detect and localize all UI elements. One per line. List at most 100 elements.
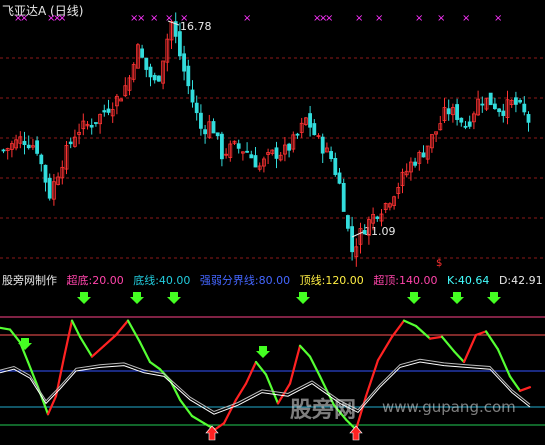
candle-body xyxy=(194,102,199,114)
down-arrow-3 xyxy=(167,292,181,304)
up-arrow-1 xyxy=(349,425,363,441)
oscillator-segment xyxy=(496,348,512,378)
oscillator-segment xyxy=(46,395,58,416)
candle-body xyxy=(455,104,460,120)
candle-body xyxy=(102,110,107,113)
cross-mark-19: × xyxy=(494,13,502,24)
candle-body xyxy=(94,122,98,124)
candle-body xyxy=(501,110,506,116)
oscillator-segment xyxy=(440,335,456,353)
candle-body xyxy=(47,177,52,199)
chart-canvas: ×× ××× ×× × × × × ××× × × × × × × xyxy=(0,12,545,441)
candle-body xyxy=(467,121,472,127)
candle-body xyxy=(215,132,220,137)
cross-mark-1: × xyxy=(20,13,28,24)
down-arrow-2 xyxy=(130,292,144,304)
candle-body xyxy=(177,31,182,57)
oscillator-segment xyxy=(178,398,194,418)
candle-body xyxy=(182,53,187,72)
cross-mark-7: × xyxy=(150,13,158,24)
down-arrow-5 xyxy=(296,292,310,304)
cross-mark-15: × xyxy=(375,13,383,24)
candle-body xyxy=(375,216,380,219)
oscillator-segment xyxy=(148,360,162,371)
oscillator-segment xyxy=(298,344,312,358)
candle-body xyxy=(480,103,485,106)
candle-body xyxy=(140,48,145,58)
down-arrow-6 xyxy=(407,292,421,304)
oscillator-segment xyxy=(452,350,466,364)
candle-body xyxy=(68,141,73,145)
oscillator-segment xyxy=(138,341,152,364)
oscillator-segment xyxy=(428,335,444,340)
candle-body xyxy=(522,103,527,113)
oscillator-segment xyxy=(474,330,488,337)
candle-body xyxy=(514,97,518,105)
candle-body xyxy=(186,65,191,87)
oscillator-segment xyxy=(414,324,432,340)
candle-body xyxy=(249,154,254,159)
down-arrow-7 xyxy=(450,292,464,304)
candle-body xyxy=(362,230,367,235)
candle-body xyxy=(106,108,111,113)
oscillator-segment xyxy=(234,382,248,401)
down-arrow-8 xyxy=(487,292,501,304)
oscillator-segment xyxy=(518,386,532,392)
candle-body xyxy=(198,112,203,129)
cross-mark-16: × xyxy=(415,13,423,24)
oscillator-segment xyxy=(484,330,500,351)
candle-body xyxy=(219,133,224,160)
oscillator-segment xyxy=(126,319,142,344)
candle-body xyxy=(350,226,355,253)
oscillator-segment xyxy=(190,414,206,425)
candle-body xyxy=(337,172,342,184)
candle-body xyxy=(152,75,157,81)
oscillator-segment xyxy=(0,326,12,331)
cross-mark-9: × xyxy=(180,13,188,24)
watermark-url: www.gupang.com xyxy=(382,398,516,416)
oscillator-segment xyxy=(70,319,82,338)
candle-body xyxy=(459,117,464,123)
candle-body xyxy=(39,154,44,165)
oscillator-segment xyxy=(90,344,106,358)
oscillator-segment xyxy=(62,319,74,359)
watermark-text: 股旁网 xyxy=(290,398,357,423)
candle-body xyxy=(488,92,493,106)
candle-body xyxy=(421,152,426,158)
candle-body xyxy=(320,136,325,154)
oscillator-segment xyxy=(264,373,280,405)
candle-body xyxy=(22,140,27,146)
down-arrow-4 xyxy=(256,346,270,358)
candle-body xyxy=(144,57,149,70)
cross-mark-6: × xyxy=(137,13,145,24)
candle-body xyxy=(287,143,292,151)
oscillator-segment xyxy=(402,319,418,328)
candle-body xyxy=(245,150,250,153)
candle-body xyxy=(492,103,497,110)
candle-body xyxy=(211,121,216,134)
candle-body xyxy=(295,133,300,136)
oscillator-segment xyxy=(54,356,66,398)
cross-mark-18: × xyxy=(462,13,470,24)
oscillator-segment xyxy=(114,319,130,337)
candle-body xyxy=(518,100,522,103)
cross-mark-14: × xyxy=(355,13,363,24)
candle-body xyxy=(526,114,531,123)
candle-body xyxy=(341,183,346,212)
candle-body xyxy=(274,147,279,159)
candle-body xyxy=(497,108,502,113)
oscillator-segment xyxy=(222,398,238,425)
candle-body xyxy=(333,157,338,175)
candle-body xyxy=(89,125,94,128)
candle-body xyxy=(26,144,31,149)
cross-mark-10: × xyxy=(243,13,251,24)
candle-body xyxy=(312,123,317,136)
cross-mark-8: × xyxy=(165,13,173,24)
oscillator-segment xyxy=(78,335,94,358)
candle-body xyxy=(446,108,451,115)
candle-body xyxy=(35,140,39,154)
oscillator-segment xyxy=(8,328,22,344)
cross-mark-4: × xyxy=(58,13,66,24)
oscillator-segment xyxy=(308,355,322,378)
oscillator-segment xyxy=(244,360,258,385)
